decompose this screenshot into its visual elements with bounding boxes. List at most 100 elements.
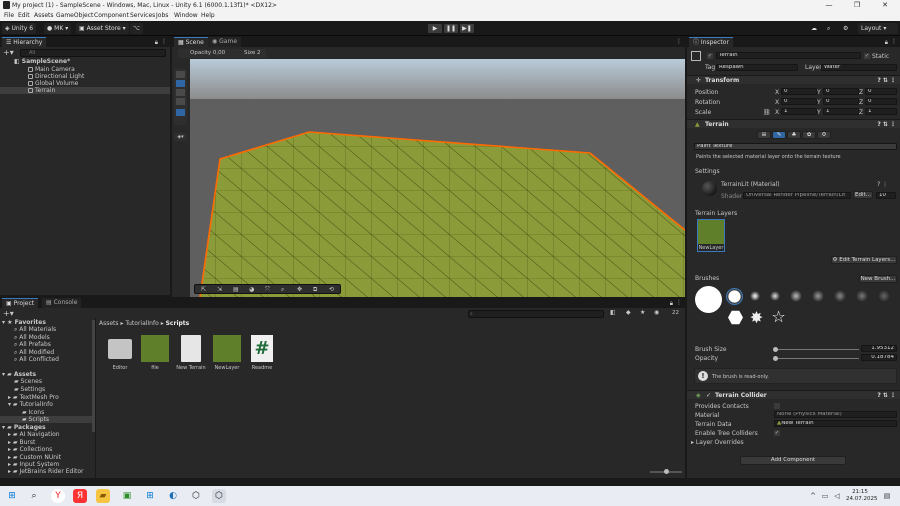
tab-console[interactable]: ▤ Console xyxy=(42,298,82,308)
folder-item[interactable]: ▾ ▰ TutorialInfo xyxy=(8,401,53,408)
terrain-layer-newlayer[interactable]: NewLayer xyxy=(697,219,725,252)
object-name-field[interactable]: Terrain xyxy=(716,52,861,59)
scale-tool-icon[interactable] xyxy=(176,98,185,105)
brush-hard-round-icon[interactable] xyxy=(695,286,722,313)
asset-item-newlayer[interactable]: NewLayer xyxy=(212,335,242,373)
lock-icon[interactable]: 🔒︎ xyxy=(155,39,158,47)
menu-services[interactable]: Services xyxy=(130,12,155,19)
scene-row[interactable]: ◧ SampleScene* xyxy=(0,58,170,65)
icon-size-slider[interactable] xyxy=(650,469,682,474)
brush-tool-3-icon[interactable]: ▤ xyxy=(233,286,239,293)
terrain-grid-view[interactable] xyxy=(190,59,685,297)
visibility-icon[interactable]: ◉ xyxy=(654,309,659,316)
windows-start-icon[interactable]: ⊞ xyxy=(5,489,19,503)
favorite-item[interactable]: ⌕ All Conflicted xyxy=(14,356,59,363)
add-component-button[interactable]: Add Component xyxy=(740,456,846,465)
brush-tool-6-icon[interactable]: ⌕ xyxy=(281,286,284,294)
asset-item-new-terrain[interactable]: New Terrain xyxy=(176,335,206,373)
brush-tool-8-icon[interactable]: ⧉ xyxy=(313,286,317,294)
folder-item[interactable]: ▸ ▰ TextMesh Pro xyxy=(8,394,59,401)
brush-star-icon[interactable]: ☆ xyxy=(770,308,787,325)
opacity-field[interactable]: 0.18784 xyxy=(861,354,897,361)
folder-item[interactable]: ▰ Settings xyxy=(14,386,45,393)
package-item[interactable]: ▸ ▰ Collections xyxy=(8,446,52,453)
panel-menu-icon[interactable]: ⋮ xyxy=(161,38,167,45)
brush-tool-5-icon[interactable]: ⤧ xyxy=(265,286,270,294)
yandex-browser-icon[interactable]: Y xyxy=(51,489,65,503)
pause-button[interactable]: ❚❚ xyxy=(444,24,458,33)
brush-size-slider[interactable] xyxy=(773,347,859,352)
yandex-app-icon[interactable]: Я xyxy=(73,489,87,503)
brush-noise-1-icon[interactable] xyxy=(790,290,802,302)
breadcrumb-item[interactable]: TutorialInfo xyxy=(125,320,158,327)
play-button[interactable]: ▶ xyxy=(428,24,442,33)
component-menu-icon[interactable]: ? ⇅ ⋮ xyxy=(877,76,896,85)
material-menu-icon[interactable]: ? ⋮ xyxy=(877,181,888,188)
favorite-item[interactable]: ⌕ All Modified xyxy=(14,349,54,356)
component-menu-icon[interactable]: ? ⇅ ⋮ xyxy=(877,120,896,129)
gizmo-dropdown[interactable]: ◈▾ xyxy=(174,133,187,141)
hierarchy-item-directional-light[interactable]: Directional Light xyxy=(0,73,170,80)
brush-noise-2-icon[interactable] xyxy=(812,290,824,302)
packages-header[interactable]: ▾ ▰ Packages xyxy=(2,424,46,431)
clock[interactable]: 21:15 24.07.2025 xyxy=(846,489,878,503)
position-x-field[interactable]: 0 xyxy=(781,88,817,95)
visual-studio-code-icon[interactable]: ◐ xyxy=(166,489,180,503)
brush-soft-1-icon[interactable] xyxy=(750,291,760,301)
breadcrumb-item[interactable]: Scripts xyxy=(166,320,190,327)
version-control-icon[interactable]: ⌥ xyxy=(130,23,143,34)
breadcrumb-item[interactable]: Assets xyxy=(99,320,119,327)
menu-window[interactable]: Window xyxy=(174,12,198,19)
favorite-item[interactable]: ⌕ All Prefabs xyxy=(14,341,51,348)
enable-tree-colliders-checkbox[interactable]: ✓ xyxy=(774,430,780,436)
tab-project[interactable]: ▣ Project xyxy=(2,298,39,308)
file-explorer-icon[interactable]: ▰ xyxy=(96,489,110,503)
transform-tool-icon[interactable] xyxy=(176,109,185,116)
cloud-icon[interactable]: ☁ xyxy=(808,23,820,34)
brush-hexagon-icon[interactable] xyxy=(728,310,743,325)
create-neighbor-tool-icon[interactable]: ⊞ xyxy=(757,131,771,139)
brush-tool-7-icon[interactable]: ✥ xyxy=(297,286,302,293)
paint-details-tool-icon[interactable]: ✿ xyxy=(802,131,816,139)
brush-soft-2-icon[interactable] xyxy=(770,291,780,301)
lock-icon[interactable]: 🔒︎ xyxy=(670,300,673,308)
asset-item-readme[interactable]: # Readme xyxy=(248,335,276,373)
edit-shader-button[interactable]: Edit... xyxy=(853,191,873,199)
menu-assets[interactable]: Assets xyxy=(34,12,54,19)
panel-menu-icon[interactable]: ⋮ xyxy=(676,299,682,306)
brush-tool-2-icon[interactable]: ⇲ xyxy=(217,286,222,293)
terrain-tool-dropdown[interactable]: Paint Texture xyxy=(694,143,897,150)
search-icon[interactable]: ⌕ xyxy=(824,23,833,34)
terrain-data-field[interactable]: ▲New Terrain xyxy=(774,420,897,427)
unity-account-button[interactable]: ◈ Unity 6 xyxy=(2,23,37,34)
asset-item-editor[interactable]: Editor xyxy=(106,335,134,373)
step-button[interactable]: ▶❚ xyxy=(460,24,474,33)
folder-item-selected[interactable]: ▰ Scripts xyxy=(0,416,92,423)
scale-y-field[interactable]: 1 xyxy=(823,108,859,115)
brush-noise-3-icon[interactable] xyxy=(834,290,846,302)
paint-terrain-tool-icon[interactable]: ✎ xyxy=(772,131,786,139)
slider-handle[interactable] xyxy=(664,469,669,474)
package-item[interactable]: ▸ ▰ Custom NUnit xyxy=(8,454,61,461)
rotation-x-field[interactable]: 0 xyxy=(781,98,817,105)
folder-item[interactable]: ▰ Icons xyxy=(22,409,44,416)
shader-dropdown[interactable]: Universal Render Pipeline/Terrain/Lit xyxy=(743,192,851,199)
settings-icon[interactable]: ⚙ xyxy=(840,23,851,34)
unity-hub-icon[interactable]: ⬡ xyxy=(189,489,203,503)
menu-help[interactable]: Help xyxy=(201,12,215,19)
brush-star-burst-icon[interactable]: ✸ xyxy=(748,309,765,326)
asset-item-file[interactable]: file xyxy=(141,335,169,373)
layer-dropdown[interactable]: Water xyxy=(821,64,897,71)
component-menu-icon[interactable]: ? ⇅ ⋮ xyxy=(877,391,896,400)
brush-size-field[interactable]: 1.95312 xyxy=(861,345,897,352)
folder-item[interactable]: ▰ Scenes xyxy=(14,378,42,385)
app-icon[interactable]: ▣ xyxy=(120,489,134,503)
package-item[interactable]: ▸ ▰ Input System xyxy=(8,461,59,468)
favorite-item[interactable]: ⌕ All Models xyxy=(14,334,50,341)
project-search-input[interactable]: ⌕ xyxy=(468,310,604,318)
minimize-button[interactable]: — xyxy=(815,0,843,11)
volume-icon[interactable]: ◁ xyxy=(830,489,844,503)
add-object-button[interactable]: +▾ xyxy=(3,48,14,57)
edit-terrain-layers-button[interactable]: ⚙ Edit Terrain Layers... xyxy=(831,256,897,264)
tab-game[interactable]: ◉ Game xyxy=(208,37,242,47)
